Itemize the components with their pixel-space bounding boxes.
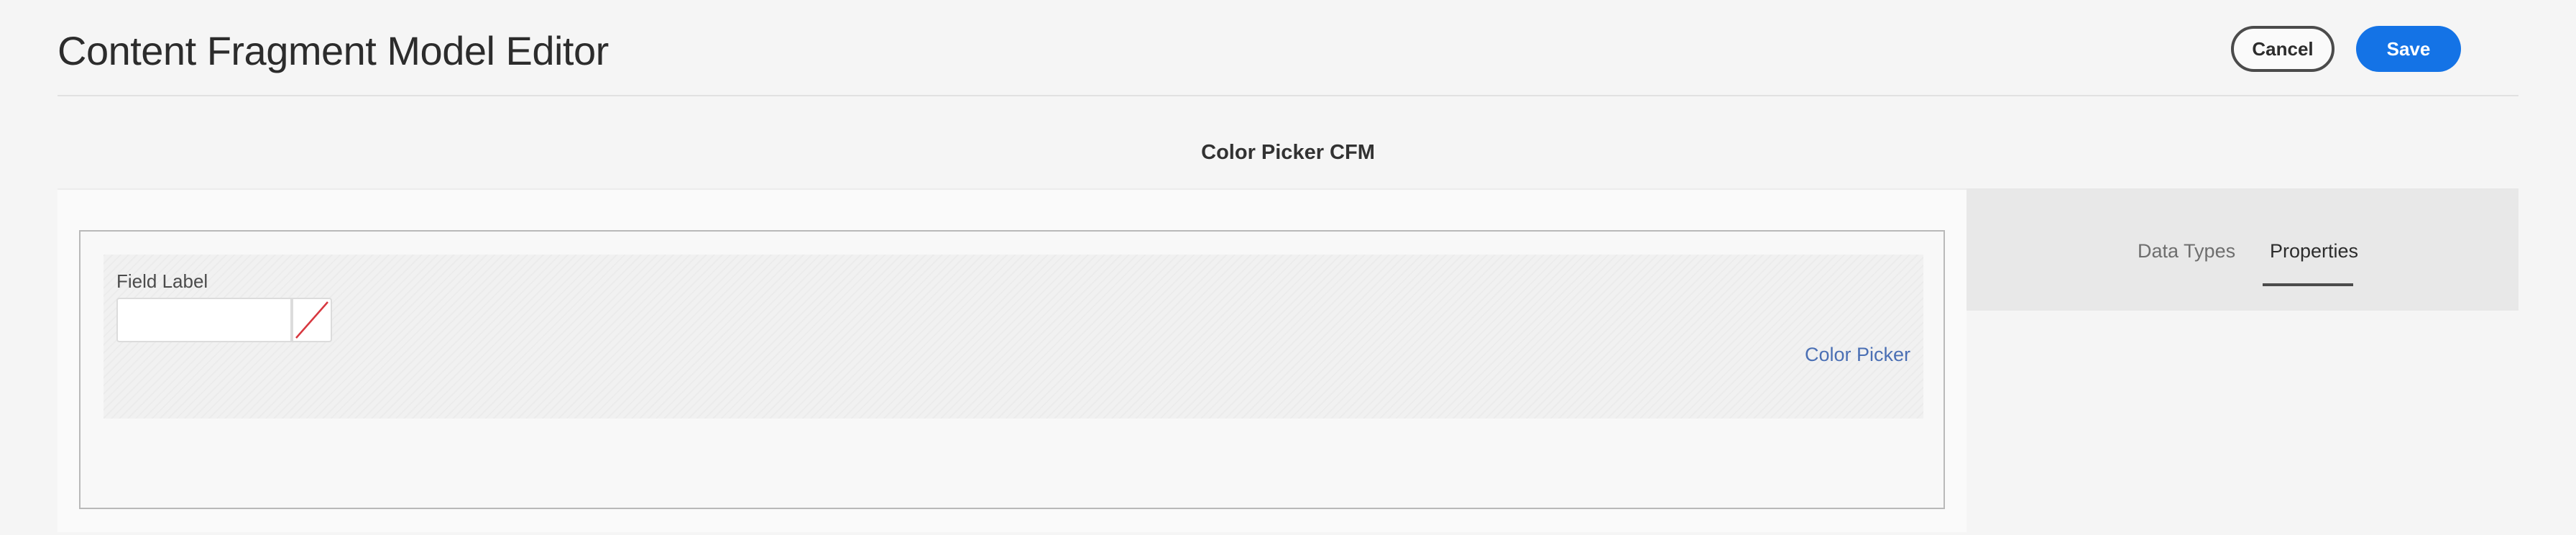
save-button[interactable]: Save	[2356, 26, 2461, 72]
field-type-label: Color Picker	[1804, 344, 1910, 365]
sidebar-tabs: Data Types Properties	[1966, 188, 2518, 311]
field-drop-zone[interactable]: Field Label Color Picker	[79, 230, 1945, 509]
cancel-button[interactable]: Cancel	[2231, 26, 2334, 72]
active-tab-indicator	[2263, 283, 2353, 286]
tab-properties[interactable]: Properties	[2270, 240, 2358, 262]
model-title: Color Picker CFM	[1201, 141, 1375, 164]
color-swatch-button[interactable]	[292, 298, 332, 342]
page-header: Content Fragment Model Editor	[58, 0, 2518, 96]
field-label: Field Label	[116, 270, 208, 292]
tab-data-types[interactable]: Data Types	[2138, 240, 2235, 262]
model-canvas: Field Label Color Picker	[58, 188, 1966, 532]
page-title: Content Fragment Model Editor	[58, 28, 609, 73]
color-value-input[interactable]	[116, 298, 292, 342]
color-picker-field[interactable]: Field Label Color Picker	[104, 255, 1923, 419]
no-color-icon	[295, 301, 328, 339]
